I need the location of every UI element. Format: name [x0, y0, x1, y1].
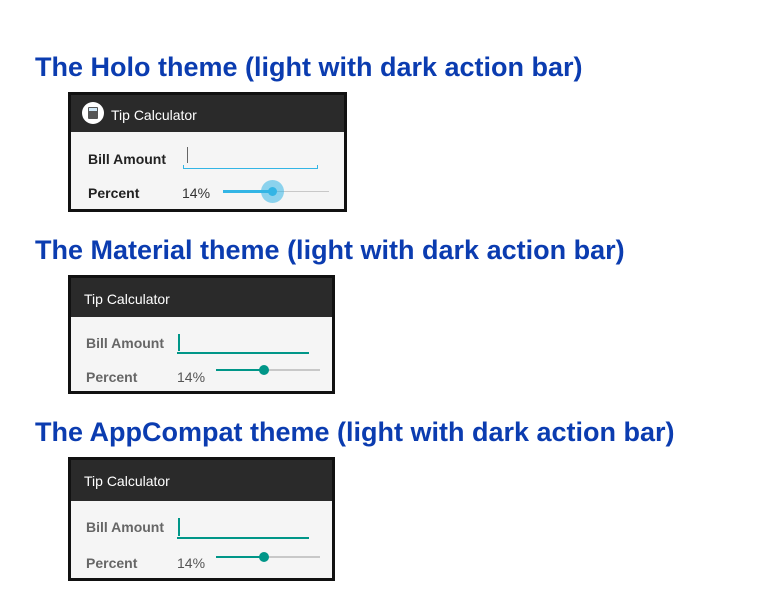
- text-cursor: [178, 334, 180, 351]
- input-underline: [177, 352, 309, 354]
- percent-label: Percent: [86, 369, 138, 385]
- material-tip-calculator-screen: Tip Calculator Bill Amount Percent 14%: [68, 275, 335, 394]
- percent-slider[interactable]: [216, 362, 320, 378]
- slider-progress: [216, 369, 264, 371]
- holo-theme-heading: The Holo theme (light with dark action b…: [35, 52, 583, 82]
- app-title: Tip Calculator: [111, 107, 197, 123]
- percent-value: 14%: [177, 555, 206, 571]
- text-cursor: [178, 518, 180, 536]
- bill-amount-input[interactable]: [177, 516, 309, 539]
- bill-amount-label: Bill Amount: [88, 151, 167, 167]
- percent-slider[interactable]: [223, 180, 329, 204]
- app-title: Tip Calculator: [84, 473, 170, 489]
- slider-thumb[interactable]: [259, 365, 269, 375]
- bill-amount-label: Bill Amount: [86, 335, 165, 351]
- holo-action-bar: Tip Calculator: [71, 95, 344, 132]
- text-cursor: [187, 147, 188, 163]
- app-title: Tip Calculator: [84, 291, 170, 307]
- slider-thumb[interactable]: [268, 187, 277, 196]
- slider-thumb[interactable]: [259, 552, 269, 562]
- input-underline: [183, 168, 318, 169]
- input-underline: [177, 537, 309, 539]
- holo-tip-calculator-screen: Tip Calculator Bill Amount Percent 14%: [68, 92, 347, 212]
- bill-amount-input[interactable]: [183, 143, 318, 169]
- bill-amount-label: Bill Amount: [86, 519, 165, 535]
- bill-amount-input[interactable]: [177, 332, 309, 354]
- calculator-icon: [82, 102, 104, 124]
- material-action-bar: Tip Calculator: [71, 278, 332, 317]
- appcompat-theme-heading: The AppCompat theme (light with dark act…: [35, 417, 675, 447]
- appcompat-tip-calculator-screen: Tip Calculator Bill Amount Percent 14%: [68, 457, 335, 581]
- percent-label: Percent: [88, 185, 140, 201]
- appcompat-action-bar: Tip Calculator: [71, 460, 332, 501]
- percent-value: 14%: [177, 369, 206, 385]
- percent-label: Percent: [86, 555, 138, 571]
- slider-progress: [216, 556, 264, 558]
- percent-value: 14%: [182, 185, 211, 201]
- material-theme-heading: The Material theme (light with dark acti…: [35, 235, 625, 265]
- percent-slider[interactable]: [216, 549, 320, 565]
